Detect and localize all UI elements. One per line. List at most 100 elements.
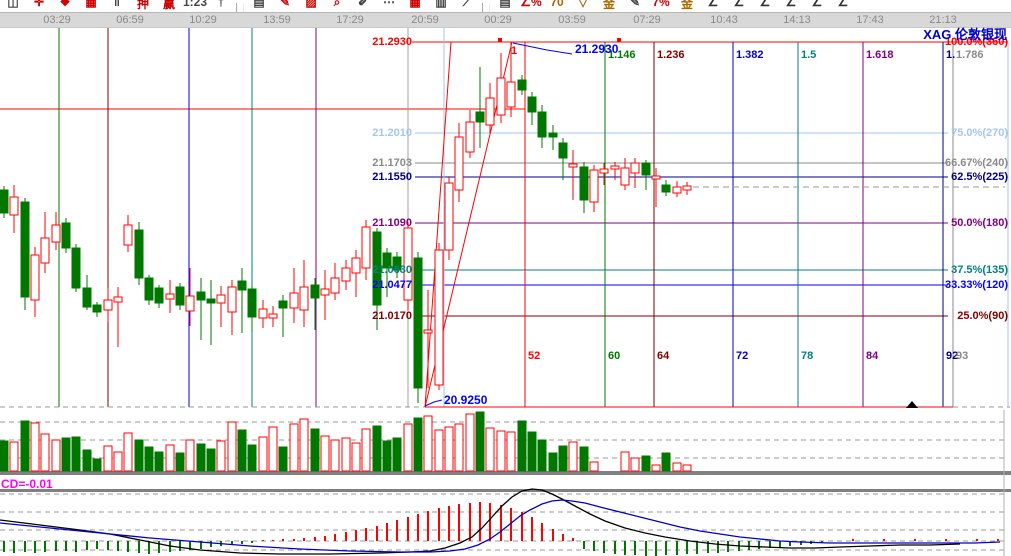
- candle-body: [321, 289, 329, 295]
- candle-body: [642, 163, 650, 175]
- price-level-label: 21.0630: [352, 264, 412, 276]
- candle-body: [662, 185, 670, 192]
- candle-body: [455, 137, 463, 190]
- volume-bar: [528, 432, 536, 471]
- candle-body: [176, 287, 184, 305]
- candle-body: [0, 190, 8, 213]
- fib-ratio-label: 1.5: [801, 49, 816, 61]
- volume-bar: [673, 463, 681, 471]
- volume-bar: [424, 416, 432, 471]
- volume-bar: [83, 450, 91, 471]
- gann-count-label: 72: [736, 350, 748, 362]
- candle-body: [414, 258, 422, 388]
- price-level-label: 21.0477: [352, 279, 412, 291]
- volume-bar: [683, 465, 691, 471]
- fib-ratio-label: 1.236: [657, 49, 685, 61]
- candle-body: [279, 301, 287, 308]
- candle-body: [569, 164, 577, 167]
- macd-dot: [997, 539, 999, 541]
- gann-count-label: 60: [608, 350, 620, 362]
- price-level-label: 21.2010: [352, 127, 412, 139]
- gann-count-label: 84: [866, 350, 878, 362]
- volume-bar: [331, 440, 339, 471]
- candle-body: [590, 170, 598, 202]
- macd-dot: [945, 539, 947, 541]
- macd-dot: [914, 539, 916, 541]
- volume-bar: [321, 436, 329, 471]
- annotation-low-price[interactable]: 20.9250: [444, 393, 487, 407]
- candle-body: [445, 183, 453, 250]
- volume-bar: [145, 447, 153, 471]
- candle-body: [145, 278, 153, 300]
- candle-body: [673, 187, 681, 193]
- gann-handle-number[interactable]: 1: [511, 45, 517, 57]
- volume-bar: [538, 440, 546, 471]
- candle-body: [269, 314, 277, 318]
- candle-body: [580, 167, 588, 200]
- volume-bar: [124, 433, 132, 471]
- symbol-title: XAG 伦敦银现: [923, 24, 1007, 43]
- volume-bar: [135, 440, 143, 471]
- candle-body: [228, 287, 236, 312]
- volume-bar: [652, 465, 660, 471]
- volume-bar: [93, 459, 101, 471]
- gann-count-label: 64: [657, 350, 669, 362]
- gann-percent-label: 62.5%(225): [951, 171, 1008, 183]
- volume-bar: [352, 443, 360, 471]
- volume-bar: [518, 421, 526, 471]
- volume-bar: [642, 456, 650, 471]
- volume-bar: [41, 434, 49, 471]
- price-level-label: 21.1090: [352, 217, 412, 229]
- volume-bar: [311, 429, 319, 471]
- annotation-high-price[interactable]: 21.2930: [575, 42, 618, 56]
- volume-bar: [21, 421, 29, 471]
- scroll-triangle-icon[interactable]: [906, 401, 918, 408]
- volume-bar: [290, 424, 298, 471]
- candle-body: [476, 112, 484, 122]
- volume-bar: [569, 442, 577, 471]
- gann-count-label: 52: [528, 350, 540, 362]
- gann-count-label: 78: [801, 350, 813, 362]
- price-level-label: 21.2930: [352, 36, 412, 48]
- candle-body: [600, 169, 608, 173]
- candle-body: [342, 268, 350, 281]
- volume-bar: [486, 428, 494, 471]
- candle-body: [507, 82, 515, 107]
- chart-svg[interactable]: [0, 0, 1011, 556]
- candle-body: [83, 288, 91, 307]
- candle-body: [631, 163, 639, 173]
- volume-bar: [662, 453, 670, 471]
- volume-bar: [52, 440, 60, 471]
- candle-body: [197, 292, 205, 300]
- candle-body: [290, 293, 298, 308]
- volume-bar: [476, 412, 484, 471]
- candle-body: [52, 225, 60, 242]
- volume-bar: [207, 449, 215, 471]
- candle-body: [497, 78, 505, 115]
- volume-bar: [197, 444, 205, 471]
- candle-body: [538, 112, 546, 137]
- annotation-pointer-low: [425, 400, 442, 406]
- candle-body: [166, 294, 174, 299]
- candle-body: [248, 289, 256, 317]
- volume-bar: [62, 438, 70, 471]
- fib-ratio-label: 1.786: [956, 49, 984, 61]
- trading-app-window: ◫✛❖▦‖押赢1:23†▤✎▨⌕✐⋯▦▥⟋▤∠%70▽金✎7%金∠∠∠∠∠∠ 0…: [0, 0, 1011, 556]
- gann-count-label: 93: [956, 350, 968, 362]
- candle-body: [207, 299, 215, 303]
- candle-body: [652, 176, 660, 179]
- volume-bar: [228, 422, 236, 471]
- candle-body: [683, 186, 691, 190]
- volume-bar: [10, 442, 18, 471]
- volume-bar: [559, 446, 567, 471]
- volume-bar: [248, 445, 256, 471]
- volume-bar: [238, 430, 246, 471]
- volume-bar: [155, 452, 163, 471]
- price-level-label: 21.1703: [352, 157, 412, 169]
- gann-percent-label: 25.0%(90): [957, 310, 1008, 322]
- candle-body: [362, 227, 370, 268]
- volume-bar: [393, 438, 401, 471]
- volume-bar: [104, 446, 112, 471]
- candle-body: [186, 296, 194, 311]
- candle-body: [238, 281, 246, 290]
